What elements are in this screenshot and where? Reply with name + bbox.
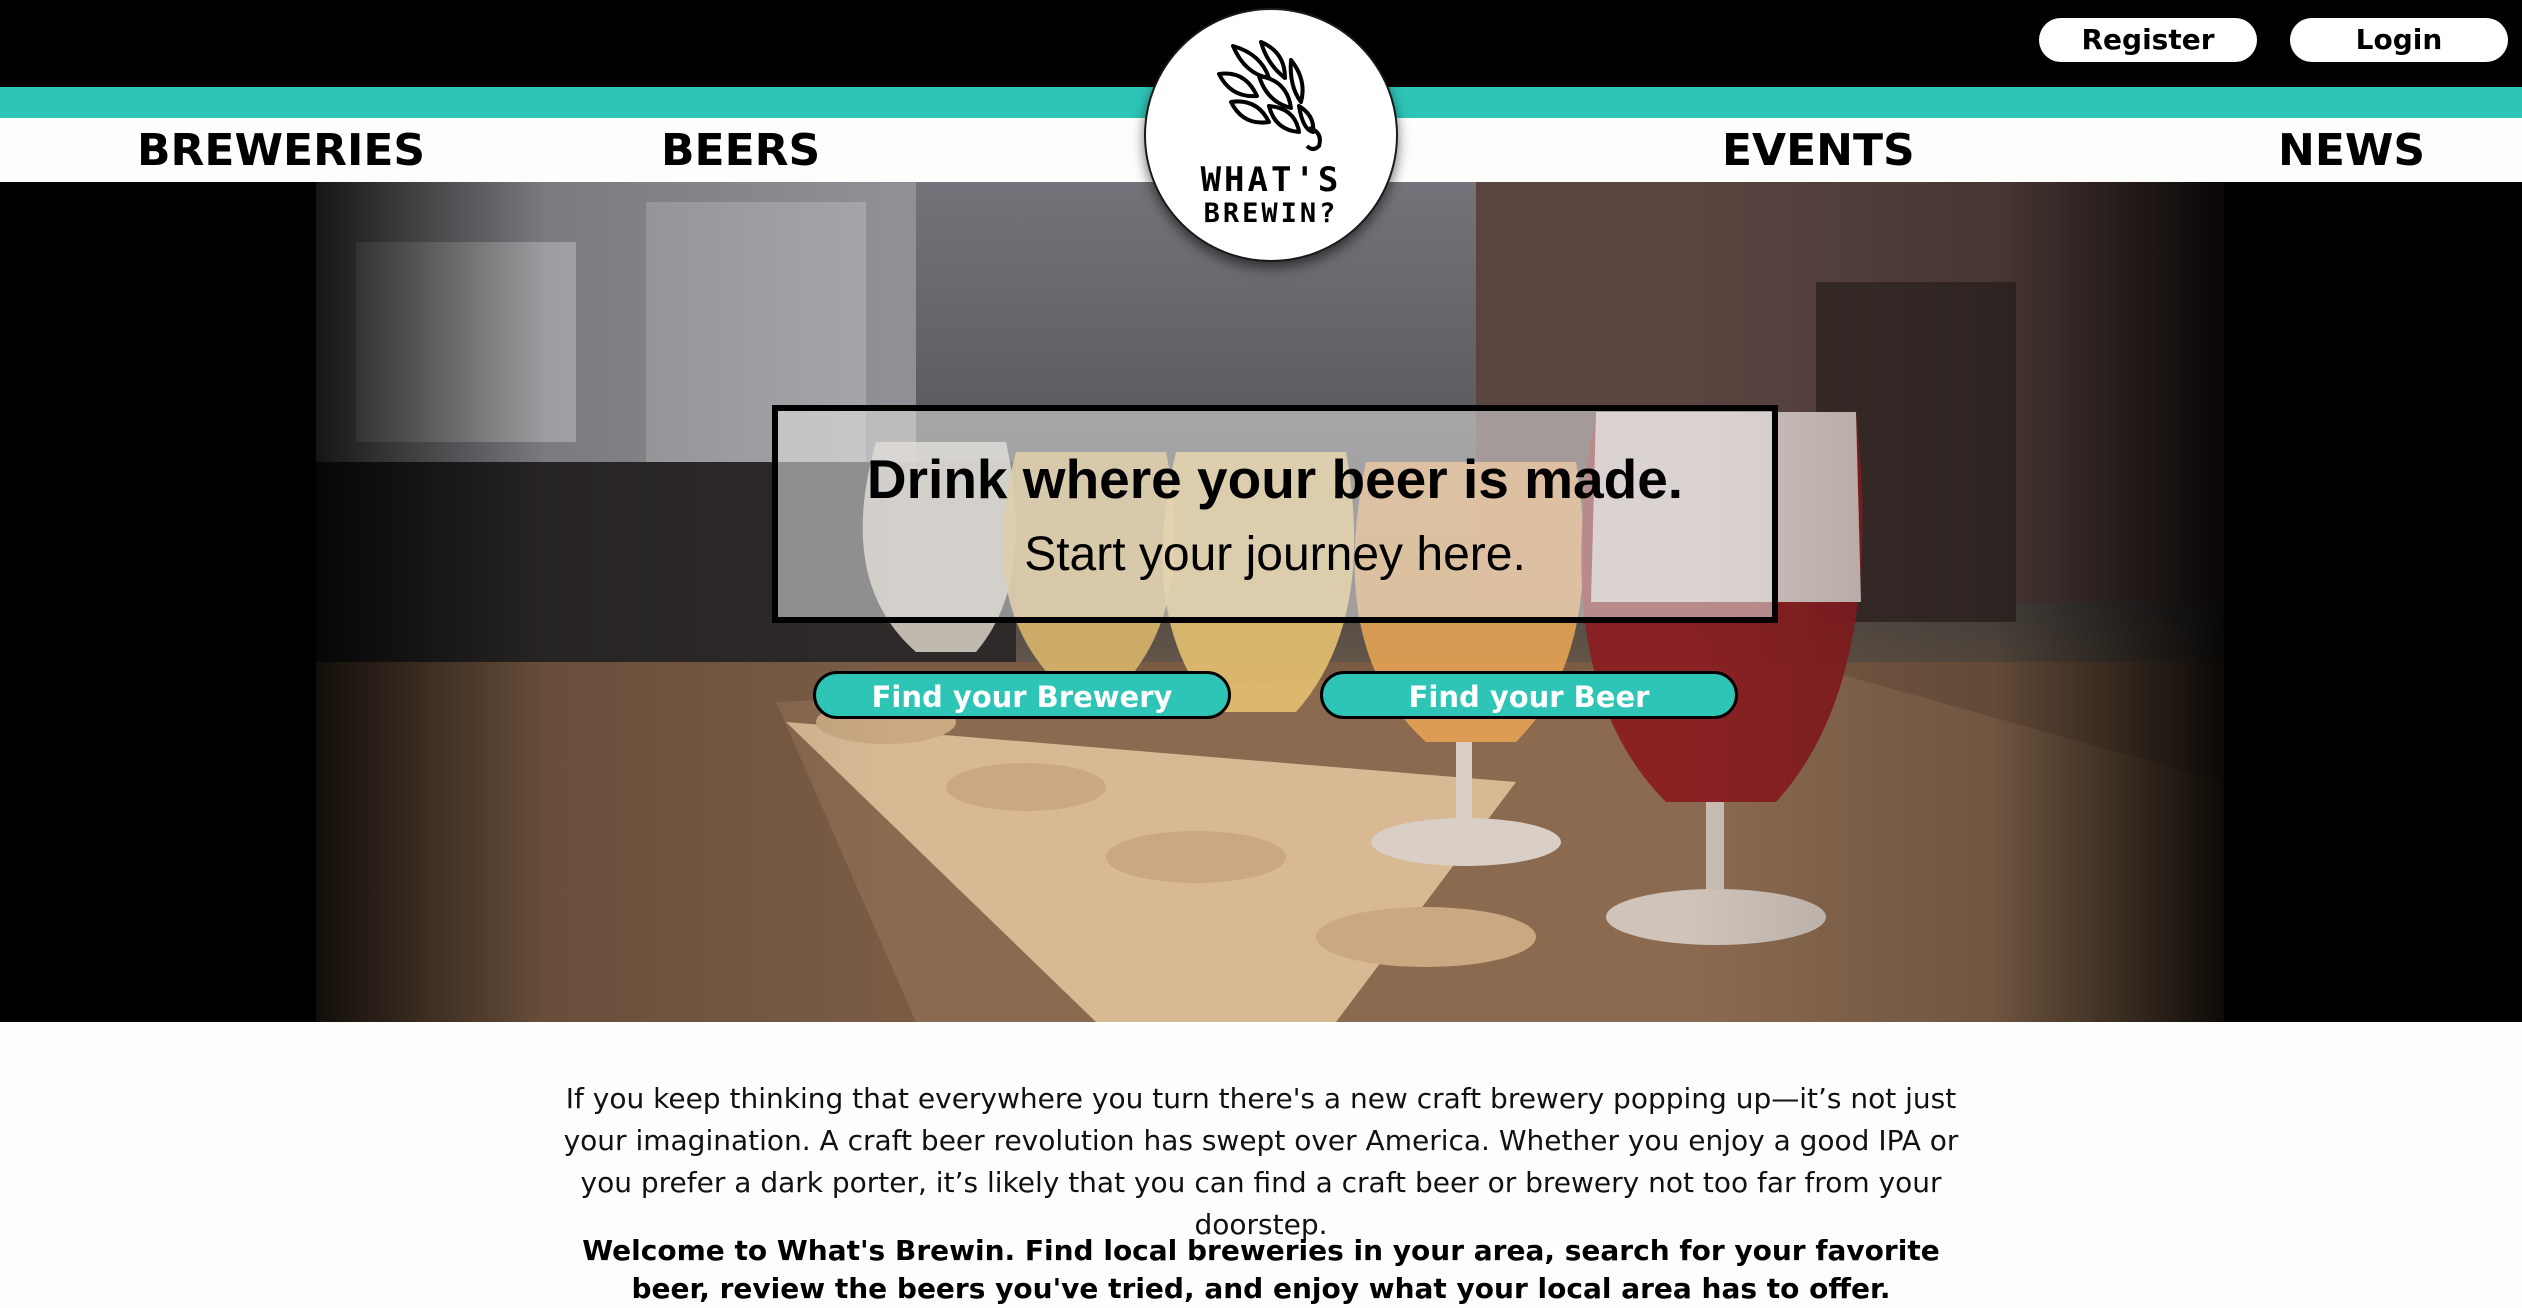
- logo-text-line1: WHAT'S: [1200, 160, 1342, 200]
- welcome-paragraph: Welcome to What's Brewin. Find local bre…: [582, 1234, 1940, 1305]
- nav-beers[interactable]: BEERS: [661, 118, 820, 182]
- hero-headline: Drink where your beer is made.: [866, 448, 1684, 510]
- tagline-box: Drink where your beer is made. Start you…: [772, 405, 1778, 623]
- nav-news[interactable]: NEWS: [2278, 118, 2425, 182]
- hero-banner: Drink where your beer is made. Start you…: [0, 182, 2522, 1022]
- nav-events[interactable]: EVENTS: [1722, 118, 1915, 182]
- site-logo[interactable]: WHAT'S BREWIN?: [1144, 8, 1398, 262]
- hop-icon: [1217, 40, 1322, 151]
- nav-breweries[interactable]: BREWERIES: [137, 118, 425, 182]
- register-button[interactable]: Register: [2039, 18, 2257, 62]
- hero-subheadline: Start your journey here.: [1024, 528, 1526, 581]
- logo-text-line2: BREWIN?: [1203, 198, 1339, 229]
- login-button[interactable]: Login: [2290, 18, 2508, 62]
- find-brewery-button[interactable]: Find your Brewery: [813, 671, 1231, 719]
- find-beer-button[interactable]: Find your Beer: [1320, 671, 1738, 719]
- intro-paragraph: If you keep thinking that everywhere you…: [563, 1082, 1959, 1241]
